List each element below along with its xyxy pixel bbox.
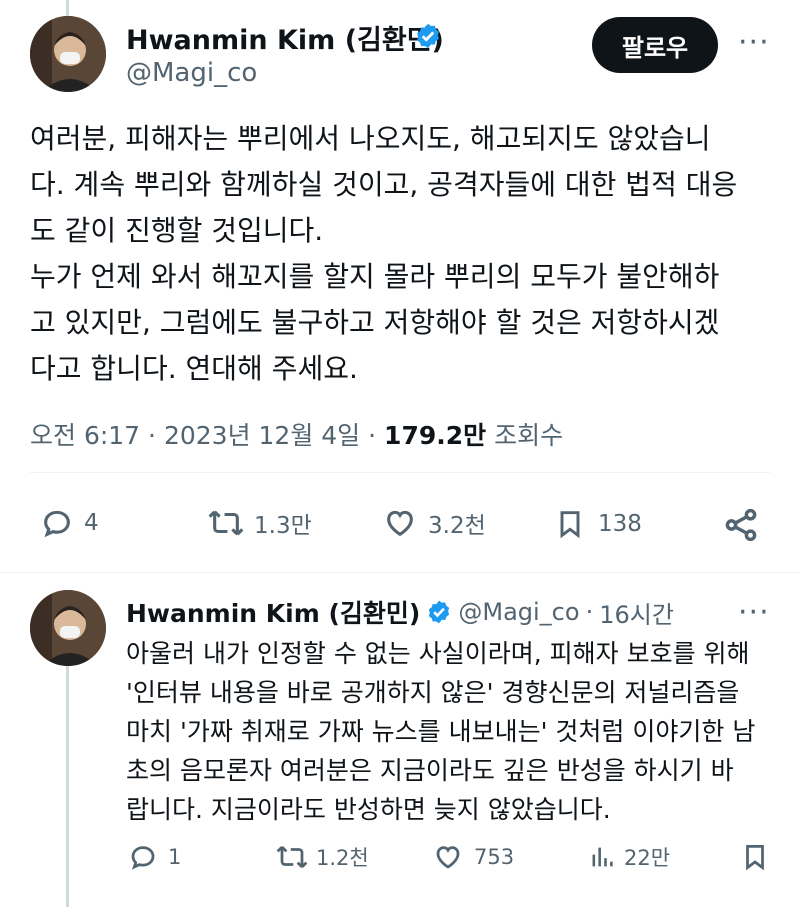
author-name[interactable]: Hwanmin Kim (김환민) <box>126 18 444 57</box>
separator-dot: · <box>585 598 594 626</box>
tweet-body: 여러분, 피해자는 뿌리에서 나오지도, 해고되지도 않았습니 다. 계속 뿌리… <box>30 116 770 392</box>
retweet-count: 1.2천 <box>316 846 369 870</box>
more-options-icon[interactable]: ··· <box>738 598 770 628</box>
tweet-body-line: 도 같이 진행할 것입니다. <box>30 214 324 247</box>
retweet-icon <box>208 510 244 536</box>
reply-body-line: 랍니다. 지금이라도 반성하면 늦지 않았습니다. <box>126 795 611 824</box>
share-icon <box>725 508 757 542</box>
reply-body: 아울러 내가 인정할 수 없는 사실이라며, 피해자 보호를 위해 '인터뷰 내… <box>126 634 776 829</box>
more-options-icon[interactable]: ··· <box>738 28 770 58</box>
views-label: 조회수 <box>494 421 564 450</box>
views-button[interactable]: 22만 <box>588 842 670 872</box>
retweet-button[interactable]: 1.3만 <box>206 506 312 540</box>
separator-dot: · <box>368 421 385 450</box>
analytics-icon <box>592 847 613 867</box>
like-count: 3.2천 <box>428 513 486 539</box>
reply-header: Hwanmin Kim (김환민) @Magi_co · 16시간 <box>126 594 674 630</box>
bookmark-button[interactable]: 138 <box>554 506 642 542</box>
avatar[interactable] <box>30 16 106 92</box>
bookmark-icon <box>746 845 764 871</box>
retweet-count: 1.3만 <box>254 513 312 539</box>
author-name[interactable]: Hwanmin Kim (김환민) <box>126 594 420 630</box>
tweet-body-line: 여러분, 피해자는 뿌리에서 나오지도, 해고되지도 않았습니 <box>30 122 711 155</box>
avatar-photo <box>30 590 106 666</box>
separator-dot: · <box>148 421 164 450</box>
author-handle[interactable]: @Magi_co <box>126 58 257 88</box>
tweet-body-line: 다고 합니다. 연대해 주세요. <box>30 352 358 385</box>
retweet-button[interactable]: 1.2천 <box>274 842 369 872</box>
reply-body-line: 마치 '가짜 취재로 가짜 뉴스를 내보내는' 것처럼 이야기한 남 <box>126 717 756 746</box>
reply-body-line: 아울러 내가 인정할 수 없는 사실이라며, 피해자 보호를 위해 <box>126 639 750 668</box>
reply-body-line: 초의 음모론자 여러분은 지금이라도 깊은 반성을 하시기 바 <box>126 756 734 785</box>
thread-line <box>66 666 69 907</box>
bookmark-count: 138 <box>598 511 642 537</box>
reply-body-line: '인터뷰 내용을 바로 공개하지 않은' 경향신문의 저널리즘을 <box>126 678 740 707</box>
tweet-date[interactable]: 2023년 12월 4일 <box>164 421 360 450</box>
bookmark-button[interactable] <box>740 840 770 874</box>
heart-icon <box>436 846 460 869</box>
author-handle[interactable]: @Magi_co <box>458 598 579 626</box>
avatar-photo <box>30 16 106 92</box>
like-button[interactable]: 753 <box>432 842 514 872</box>
views-count: 22만 <box>624 846 671 870</box>
reply-count: 1 <box>168 845 182 869</box>
reply-count: 4 <box>84 510 99 536</box>
like-count: 753 <box>474 845 515 869</box>
bookmark-icon <box>560 511 580 539</box>
heart-icon <box>387 510 413 537</box>
tweet-body-line: 고 있지만, 그럼에도 불구하고 저항해야 할 것은 저항하시겠 <box>30 306 720 339</box>
reply-icon <box>131 846 155 870</box>
like-button[interactable]: 3.2천 <box>382 506 486 540</box>
tweet-time-ago[interactable]: 16시간 <box>599 595 674 630</box>
views-count: 179.2만 <box>384 421 487 450</box>
verified-badge-icon <box>429 600 450 624</box>
follow-button[interactable]: 팔로우 <box>592 17 718 73</box>
tweet-meta: 오전 6:17 · 2023년 12월 4일 · 179.2만 조회수 <box>30 416 563 452</box>
verified-badge-icon <box>417 23 439 49</box>
reply-button[interactable]: 1 <box>128 842 181 872</box>
tweet-body-line: 누가 언제 와서 해꼬지를 할지 몰라 뿌리의 모두가 불안해하 <box>30 260 720 293</box>
share-button[interactable] <box>722 506 760 544</box>
avatar[interactable] <box>30 590 106 666</box>
reply-icon <box>44 510 70 538</box>
divider <box>0 572 800 573</box>
tweet-body-line: 다. 계속 뿌리와 함께하실 것이고, 공격자들에 대한 법적 대응 <box>30 168 738 201</box>
divider <box>30 472 770 473</box>
tweet-time[interactable]: 오전 6:17 <box>30 421 140 450</box>
reply-button[interactable]: 4 <box>40 506 99 540</box>
retweet-icon <box>276 846 308 868</box>
